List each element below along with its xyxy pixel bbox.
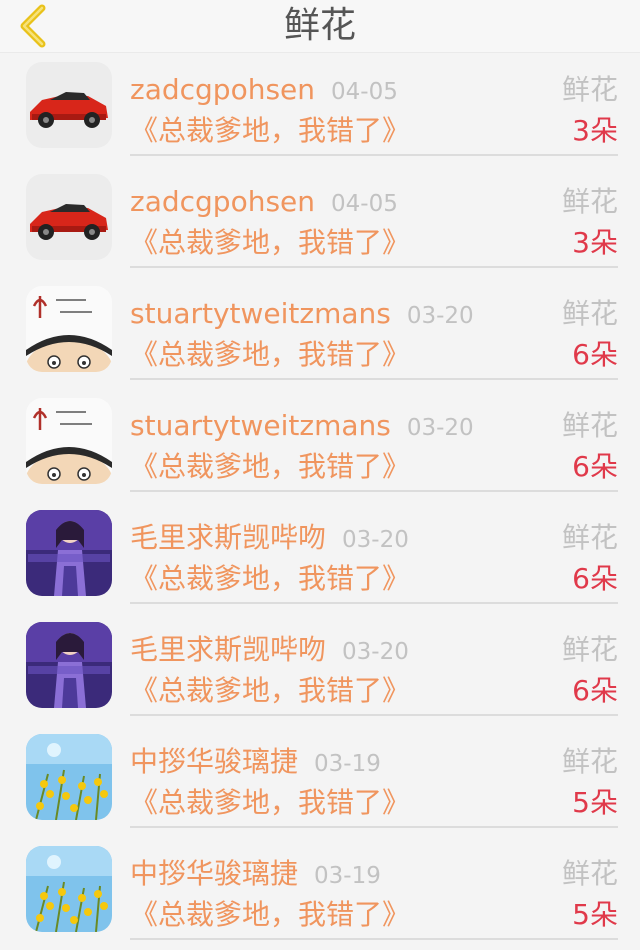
divider (130, 378, 618, 380)
list-item[interactable]: zadcgpohsen 04-05 《总裁爹地，我错了》 鲜花 3朵 (0, 164, 640, 276)
sender-line: zadcgpohsen 04-05 (130, 182, 398, 222)
sender-line: stuartytweitzmans 03-20 (130, 406, 474, 446)
gift-count: 5朵 (572, 898, 618, 931)
book-title[interactable]: 《总裁爹地，我错了》 (130, 896, 410, 934)
avatar-cartoon-face[interactable] (26, 286, 112, 372)
list-item[interactable]: 中拶华骏璃捷 03-19 《总裁爹地，我错了》 鲜花 5朵 (0, 836, 640, 948)
sender-name[interactable]: zadcgpohsen (130, 185, 315, 218)
gift-type: 鲜花 (561, 409, 618, 442)
sender-name[interactable]: stuartytweitzmans (130, 297, 391, 330)
gift-count: 6朵 (572, 450, 618, 483)
divider (130, 490, 618, 492)
sender-name[interactable]: 中拶华骏璃捷 (130, 745, 298, 778)
book-title[interactable]: 《总裁爹地，我错了》 (130, 560, 410, 598)
book-title[interactable]: 《总裁爹地，我错了》 (130, 224, 410, 262)
avatar-yellow-flowers-sky[interactable] (26, 846, 112, 932)
sender-name[interactable]: 中拶华骏璃捷 (130, 857, 298, 890)
sender-name[interactable]: 毛里求斯觊哔吻 (130, 633, 326, 666)
sender-line: 中拶华骏璃捷 03-19 (130, 742, 381, 782)
avatar-red-sports-car[interactable] (26, 174, 112, 260)
flower-gift-list: zadcgpohsen 04-05 《总裁爹地，我错了》 鲜花 3朵 zadcgp… (0, 52, 640, 948)
gift-date: 03-20 (342, 527, 409, 553)
gift-type: 鲜花 (561, 857, 618, 890)
divider (130, 714, 618, 716)
list-item[interactable]: zadcgpohsen 04-05 《总裁爹地，我错了》 鲜花 3朵 (0, 52, 640, 164)
divider (130, 602, 618, 604)
gift-count: 5朵 (572, 786, 618, 819)
book-title[interactable]: 《总裁爹地，我错了》 (130, 336, 410, 374)
gift-type: 鲜花 (561, 521, 618, 554)
gift-count: 3朵 (572, 114, 618, 147)
gift-type: 鲜花 (561, 745, 618, 778)
book-title[interactable]: 《总裁爹地，我错了》 (130, 784, 410, 822)
gift-count: 6朵 (572, 338, 618, 371)
list-item[interactable]: stuartytweitzmans 03-20 《总裁爹地，我错了》 鲜花 6朵 (0, 276, 640, 388)
gift-count: 6朵 (572, 562, 618, 595)
gift-date: 03-19 (314, 751, 381, 777)
gift-date: 03-20 (406, 415, 474, 441)
divider (130, 938, 618, 940)
sender-line: 中拶华骏璃捷 03-19 (130, 854, 381, 894)
book-title[interactable]: 《总裁爹地，我错了》 (130, 672, 410, 710)
avatar-yellow-flowers-sky[interactable] (26, 734, 112, 820)
divider (130, 266, 618, 268)
book-title[interactable]: 《总裁爹地，我错了》 (130, 448, 410, 486)
sender-line: 毛里求斯觊哔吻 03-20 (130, 630, 409, 670)
page-title: 鲜花 (283, 5, 356, 46)
gift-count: 6朵 (572, 674, 618, 707)
gift-type: 鲜花 (561, 73, 618, 106)
list-item[interactable]: stuartytweitzmans 03-20 《总裁爹地，我错了》 鲜花 6朵 (0, 388, 640, 500)
sender-name[interactable]: 毛里求斯觊哔吻 (130, 521, 326, 554)
avatar-cartoon-face[interactable] (26, 398, 112, 484)
sender-line: zadcgpohsen 04-05 (130, 70, 398, 110)
list-item[interactable]: 毛里求斯觊哔吻 03-20 《总裁爹地，我错了》 鲜花 6朵 (0, 500, 640, 612)
list-item[interactable]: 中拶华骏璃捷 03-19 《总裁爹地，我错了》 鲜花 5朵 (0, 724, 640, 836)
gift-date: 03-20 (342, 639, 409, 665)
gift-date: 03-20 (406, 303, 474, 329)
gift-type: 鲜花 (561, 633, 618, 666)
divider (130, 154, 618, 156)
avatar-purple-girl[interactable] (26, 510, 112, 596)
top-bar: 鲜花 (0, 0, 640, 53)
book-title[interactable]: 《总裁爹地，我错了》 (130, 112, 410, 150)
sender-name[interactable]: zadcgpohsen (130, 73, 315, 106)
list-item[interactable]: 毛里求斯觊哔吻 03-20 《总裁爹地，我错了》 鲜花 6朵 (0, 612, 640, 724)
sender-name[interactable]: stuartytweitzmans (130, 409, 391, 442)
avatar-purple-girl[interactable] (26, 622, 112, 708)
gift-type: 鲜花 (561, 297, 618, 330)
gift-type: 鲜花 (561, 185, 618, 218)
sender-line: stuartytweitzmans 03-20 (130, 294, 474, 334)
gift-count: 3朵 (572, 226, 618, 259)
sender-line: 毛里求斯觊哔吻 03-20 (130, 518, 409, 558)
gift-date: 03-19 (314, 863, 381, 889)
gift-date: 04-05 (331, 79, 398, 105)
divider (130, 826, 618, 828)
gift-date: 04-05 (331, 191, 398, 217)
avatar-red-sports-car[interactable] (26, 62, 112, 148)
